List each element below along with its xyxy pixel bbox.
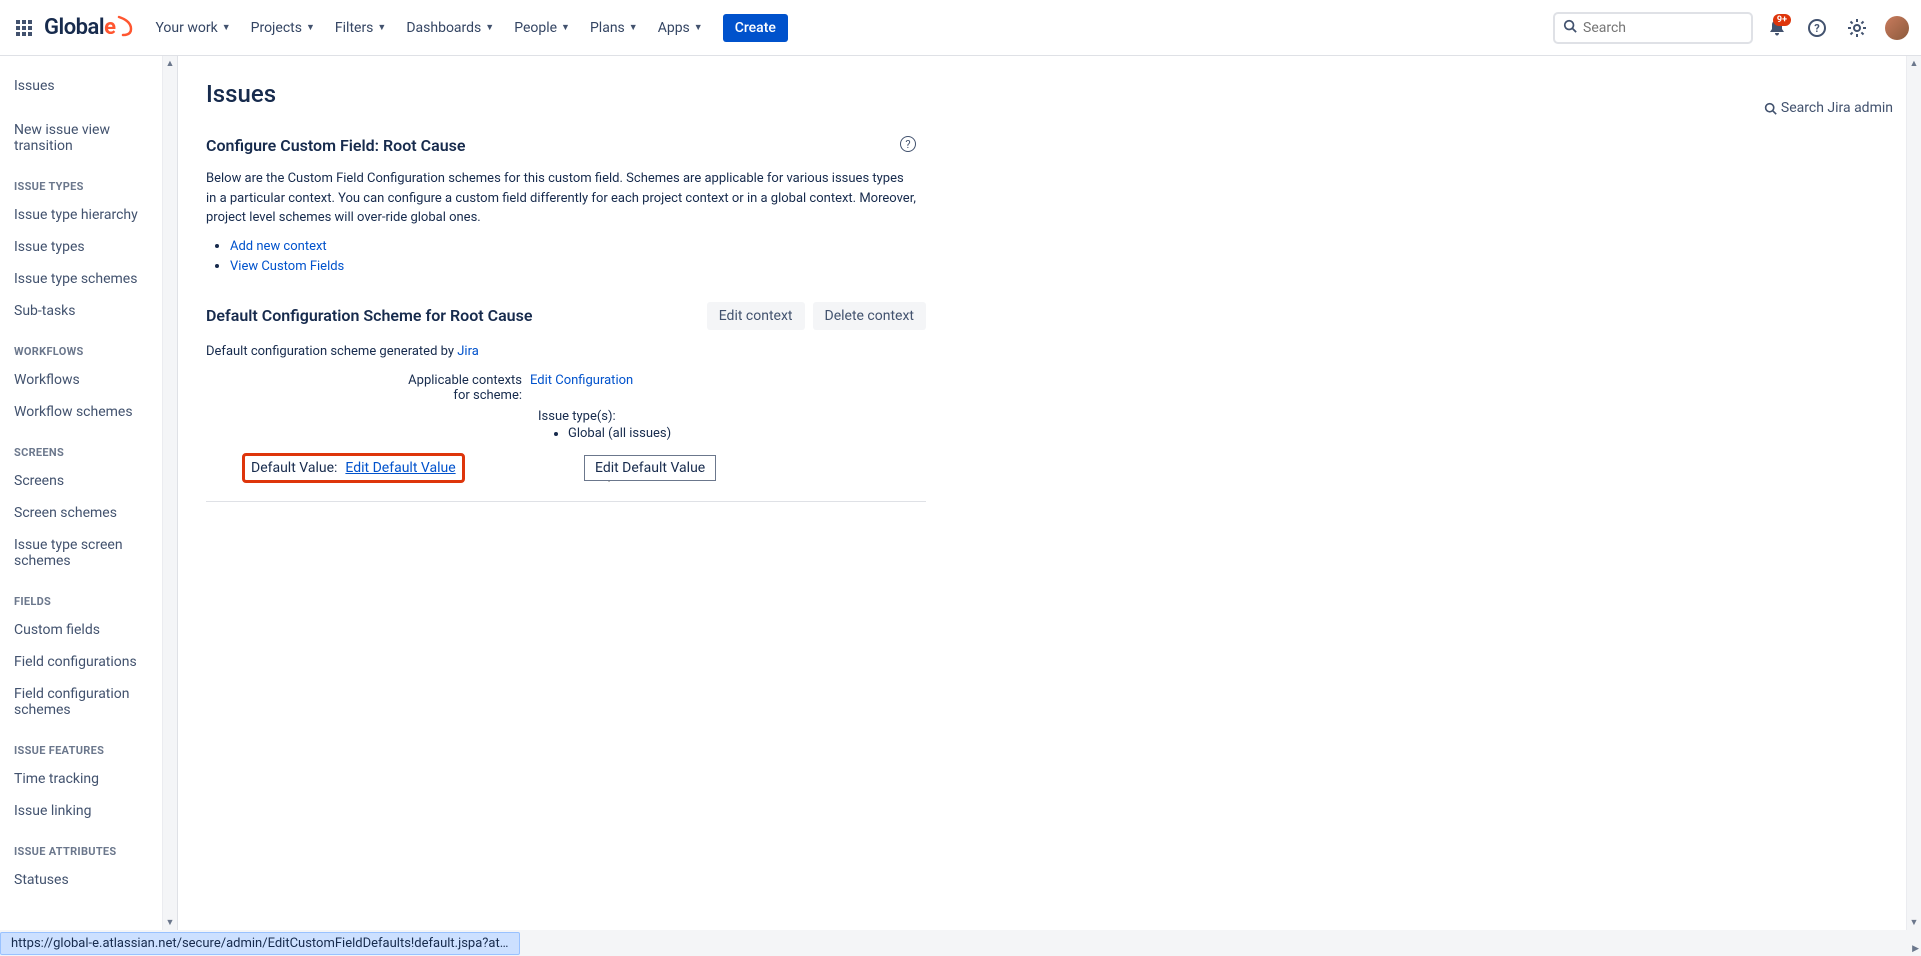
sidebar-issue-linking[interactable]: Issue linking <box>0 795 177 827</box>
horizontal-scroll-right-icon[interactable]: ▶ <box>1912 941 1921 956</box>
sidebar-issue-type-screen-schemes[interactable]: Issue type screen schemes <box>0 529 177 577</box>
highlight-annotation: Default Value: Edit Default Value <box>242 453 465 483</box>
scroll-down-icon[interactable]: ▼ <box>163 915 177 930</box>
configure-subheader: Configure Custom Field: Root Cause <box>206 136 465 155</box>
chevron-down-icon: ▼ <box>694 22 703 33</box>
scheme-header-row: Default Configuration Scheme for Root Ca… <box>206 302 926 330</box>
sidebar-heading: Issues <box>0 74 177 114</box>
svg-text:?: ? <box>1814 22 1820 35</box>
jira-link[interactable]: Jira <box>457 344 479 359</box>
add-new-context-link[interactable]: Add new context <box>230 239 327 254</box>
chevron-down-icon: ▼ <box>222 22 231 33</box>
notification-badge: 9+ <box>1773 14 1791 26</box>
chevron-down-icon: ▼ <box>629 22 638 33</box>
config-table: Applicable contexts for scheme: Edit Con… <box>206 373 926 483</box>
scroll-down-icon[interactable]: ▼ <box>1907 915 1921 930</box>
sidebar-section-issue-types: ISSUE TYPES <box>0 162 177 199</box>
top-nav: Globale Your work▼ Projects▼ Filters▼ Da… <box>0 0 1921 56</box>
view-custom-fields-link[interactable]: View Custom Fields <box>230 259 344 274</box>
scroll-up-icon[interactable]: ▲ <box>1907 56 1921 71</box>
sidebar-section-issue-features: ISSUE FEATURES <box>0 726 177 763</box>
applicable-contexts-row: Applicable contexts for scheme: Edit Con… <box>206 373 926 403</box>
sidebar-sub-tasks[interactable]: Sub-tasks <box>0 295 177 327</box>
sidebar-field-configuration-schemes[interactable]: Field configuration schemes <box>0 678 177 726</box>
nav-left: Globale Your work▼ Projects▼ Filters▼ Da… <box>12 14 788 42</box>
create-button[interactable]: Create <box>723 14 788 42</box>
chevron-down-icon: ▼ <box>306 22 315 33</box>
applicable-label: Applicable contexts for scheme: <box>206 373 530 403</box>
sidebar: ▲ ▼ Issues New issue view transition ISS… <box>0 56 178 930</box>
main: Issues Search Jira admin Configure Custo… <box>178 56 1921 930</box>
generated-by-text: Default configuration scheme generated b… <box>206 344 1893 359</box>
context-links: Add new context View Custom Fields <box>206 238 1893 274</box>
sidebar-section-issue-attributes: ISSUE ATTRIBUTES <box>0 827 177 864</box>
sidebar-screens[interactable]: Screens <box>0 465 177 497</box>
divider <box>206 501 926 502</box>
help-question-icon[interactable]: ? <box>900 136 916 152</box>
edit-default-value-link[interactable]: Edit Default Value <box>345 460 455 476</box>
settings-icon[interactable] <box>1841 12 1873 44</box>
sidebar-workflow-schemes[interactable]: Workflow schemes <box>0 396 177 428</box>
sidebar-section-fields: FIELDS <box>0 577 177 614</box>
nav-filters[interactable]: Filters▼ <box>327 16 394 40</box>
scheme-header: Default Configuration Scheme for Root Ca… <box>206 306 532 325</box>
sidebar-statuses[interactable]: Statuses <box>0 864 177 896</box>
sidebar-issue-types[interactable]: Issue types <box>0 231 177 263</box>
default-value-row: Default Value: Edit Default Value <box>206 453 926 483</box>
nav-projects[interactable]: Projects▼ <box>243 16 323 40</box>
logo-swoosh-icon <box>117 15 135 41</box>
sidebar-screen-schemes[interactable]: Screen schemes <box>0 497 177 529</box>
sub-header-row: Configure Custom Field: Root Cause ? <box>206 136 916 169</box>
default-value-label: Default Value: <box>251 460 345 476</box>
description-text: Below are the Custom Field Configuration… <box>206 169 916 228</box>
help-icon[interactable]: ? <box>1801 12 1833 44</box>
layout: ▲ ▼ Issues New issue view transition ISS… <box>0 56 1921 930</box>
scheme-buttons: Edit context Delete context <box>707 302 926 330</box>
sidebar-section-screens: SCREENS <box>0 428 177 465</box>
sidebar-field-configurations[interactable]: Field configurations <box>0 646 177 678</box>
issue-types-label: Issue type(s): <box>538 409 926 424</box>
global-issues-item: Global (all issues) <box>568 426 926 441</box>
delete-context-button[interactable]: Delete context <box>813 302 927 330</box>
sidebar-time-tracking[interactable]: Time tracking <box>0 763 177 795</box>
issue-types-list: Global (all issues) <box>538 426 926 441</box>
search-input[interactable] <box>1583 20 1743 36</box>
search-icon <box>1563 19 1577 37</box>
tooltip: Edit Default Value <box>584 455 716 481</box>
nav-right: 9+ ? <box>1553 12 1909 44</box>
main-scrollbar[interactable]: ▲ ▼ <box>1906 56 1921 930</box>
logo[interactable]: Globale <box>44 15 135 41</box>
page-title: Issues <box>206 80 276 108</box>
nav-plans[interactable]: Plans▼ <box>582 16 646 40</box>
main-header-row: Issues Search Jira admin <box>206 80 1893 136</box>
sidebar-new-issue-view[interactable]: New issue view transition <box>0 114 177 162</box>
nav-apps[interactable]: Apps▼ <box>650 16 711 40</box>
sidebar-issue-type-schemes[interactable]: Issue type schemes <box>0 263 177 295</box>
nav-dashboards[interactable]: Dashboards▼ <box>398 16 502 40</box>
chevron-down-icon: ▼ <box>377 22 386 33</box>
chevron-down-icon: ▼ <box>561 22 570 33</box>
sidebar-section-workflows: WORKFLOWS <box>0 327 177 364</box>
logo-text: Global <box>44 15 104 40</box>
edit-context-button[interactable]: Edit context <box>707 302 805 330</box>
nav-your-work[interactable]: Your work▼ <box>147 16 238 40</box>
admin-search-link[interactable]: Search Jira admin <box>1764 100 1893 116</box>
app-switcher-icon[interactable] <box>12 16 36 40</box>
notifications-icon[interactable]: 9+ <box>1761 12 1793 44</box>
status-bar: https://global-e.atlassian.net/secure/ad… <box>0 930 1921 956</box>
sidebar-scrollbar[interactable]: ▲ ▼ <box>162 56 177 930</box>
status-url: https://global-e.atlassian.net/secure/ad… <box>0 932 520 955</box>
sidebar-workflows[interactable]: Workflows <box>0 364 177 396</box>
sidebar-inner: Issues New issue view transition ISSUE T… <box>0 56 177 896</box>
chevron-down-icon: ▼ <box>485 22 494 33</box>
edit-configuration-link[interactable]: Edit Configuration <box>530 373 633 388</box>
sidebar-custom-fields[interactable]: Custom fields <box>0 614 177 646</box>
avatar[interactable] <box>1885 16 1909 40</box>
logo-e: e <box>104 15 115 40</box>
sidebar-issue-type-hierarchy[interactable]: Issue type hierarchy <box>0 199 177 231</box>
search-box[interactable] <box>1553 12 1753 44</box>
scroll-up-icon[interactable]: ▲ <box>163 56 177 71</box>
nav-people[interactable]: People▼ <box>506 16 578 40</box>
issue-types-block: Issue type(s): Global (all issues) <box>538 409 926 441</box>
